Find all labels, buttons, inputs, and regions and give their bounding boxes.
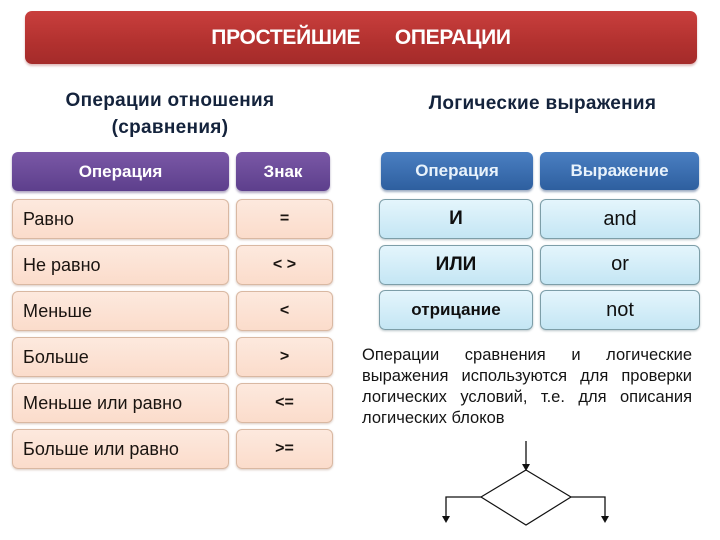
comparison-operation-cell: Меньше или равно — [12, 383, 229, 423]
logical-expression-cell: not — [540, 290, 700, 330]
comparison-header-sign: Знак — [236, 152, 330, 191]
comparison-sign-cell: = — [236, 199, 333, 239]
flowchart-right-arrow-icon — [601, 516, 609, 523]
flowchart-right-branch — [571, 496, 606, 517]
comparison-sign-cell: > — [236, 337, 333, 377]
comparison-title-line1: Операции отношения — [65, 90, 275, 111]
logical-operation-cell: отрицание — [379, 290, 533, 330]
description-text: Операции сравнения и логические выражени… — [362, 346, 692, 427]
comparison-sign-cell: < > — [236, 245, 333, 285]
page-title: ПРОСТЕЙШИЕ ОПЕРАЦИИ — [211, 25, 511, 49]
comparison-title-line2: (сравнения) — [111, 117, 229, 138]
comparison-sign-cell: >= — [236, 429, 333, 469]
logical-header-operation: Операция — [381, 152, 533, 190]
logical-expression-cell: or — [540, 244, 700, 285]
flowchart-left-arrow-icon — [442, 516, 450, 523]
comparison-operation-cell: Не равно — [12, 245, 229, 285]
logical-expression-cell: and — [540, 199, 700, 239]
comparison-section-title: Операции отношения (сравнения) — [10, 87, 330, 141]
flowchart-decision-diamond — [479, 469, 573, 526]
flowchart-left-branch — [445, 496, 481, 517]
comparison-operation-cell: Больше — [12, 337, 229, 377]
logical-header-expression: Выражение — [540, 152, 699, 190]
comparison-operation-cell: Равно — [12, 199, 229, 239]
title-bar: ПРОСТЕЙШИЕ ОПЕРАЦИИ — [25, 11, 697, 64]
comparison-operation-cell: Меньше — [12, 291, 229, 331]
logical-operation-cell: ИЛИ — [379, 244, 533, 285]
flowchart-decision-diagram — [442, 441, 609, 526]
comparison-operation-cell: Больше или равно — [12, 429, 229, 469]
logical-section-title: Логические выражения — [428, 93, 657, 114]
comparison-sign-cell: <= — [236, 383, 333, 423]
logical-operation-cell: И — [379, 199, 533, 239]
comparison-sign-cell: < — [236, 291, 333, 331]
comparison-header-operation: Операция — [12, 152, 229, 191]
